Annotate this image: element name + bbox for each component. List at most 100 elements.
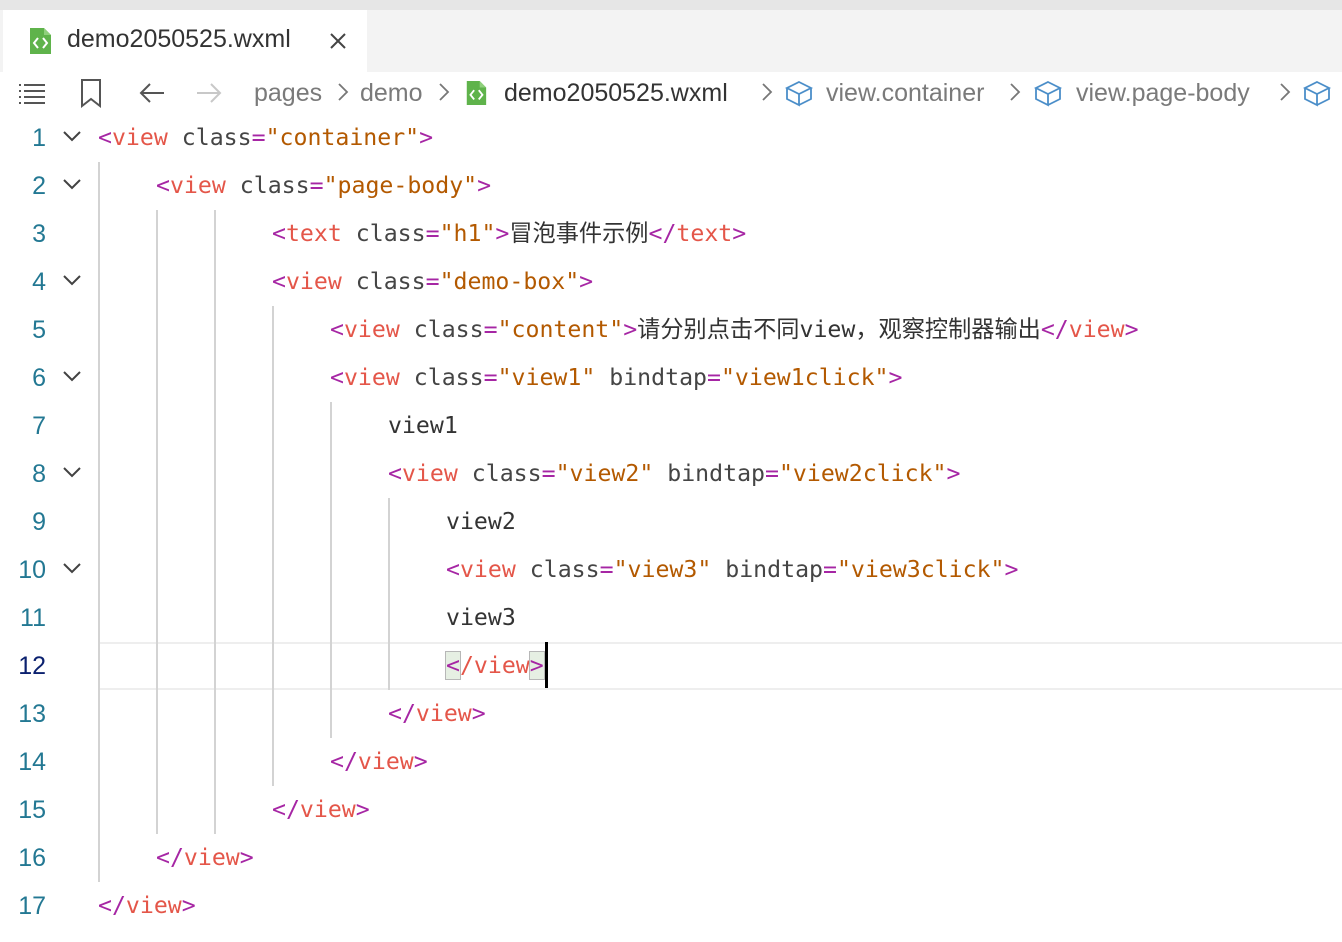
code-text: <view class="view1" bindtap="view1click"… (330, 354, 902, 402)
line-number: 15 (18, 796, 46, 824)
code-punctuation: < (445, 651, 461, 680)
code-attr-value: "view3" (613, 556, 712, 583)
code-tag-name: view (169, 172, 226, 199)
chevron-down-icon[interactable] (60, 172, 84, 196)
code-punctuation: </ (156, 844, 184, 871)
code-punctuation: > (528, 651, 545, 680)
code-punctuation: > (579, 268, 594, 295)
code-text-content (226, 172, 240, 199)
code-punctuation: </ (1040, 316, 1069, 343)
code-line[interactable]: 6 <view class="view1" bindtap="view1click… (0, 354, 1342, 402)
code-text: </view> (98, 882, 196, 930)
code-line[interactable]: 8 <view class="view2" bindtap="view2click… (0, 450, 1342, 498)
code-punctuation: = (251, 124, 266, 151)
tab-demo2050525-wxml[interactable]: demo2050525.wxml (3, 10, 367, 72)
arrow-right-icon[interactable] (193, 78, 225, 108)
code-text-content: view2 (446, 508, 516, 535)
line-number: 3 (32, 220, 46, 248)
breadcrumb-view-page-body[interactable]: view.page-body (1076, 76, 1250, 110)
chevron-down-icon[interactable] (60, 364, 84, 388)
code-tag-name: view (183, 844, 240, 871)
code-line[interactable]: 3 <text class="h1">冒泡事件示例</text> (0, 210, 1342, 258)
tab-label: demo2050525.wxml (67, 25, 291, 53)
breadcrumb-demo[interactable]: demo (360, 76, 423, 110)
code-text: <view class="view2" bindtap="view2click"… (388, 450, 960, 498)
code-line[interactable]: 16 </view> (0, 834, 1342, 882)
code-text: </view> (330, 738, 428, 786)
code-text: <view class="page-body"> (156, 162, 491, 210)
chevron-right-icon (338, 83, 349, 101)
breadcrumb-pages[interactable]: pages (254, 76, 322, 110)
code-text-content: 冒泡事件示例 (509, 220, 649, 247)
line-number: 7 (32, 412, 46, 440)
chevron-right-icon (1280, 83, 1291, 101)
title-strip (0, 0, 1342, 10)
code-text-content: view1 (388, 412, 458, 439)
code-punctuation: </ (388, 700, 416, 727)
arrow-left-icon[interactable] (136, 78, 168, 108)
code-attr-value: "view1" (497, 364, 596, 391)
code-tag-name: view (125, 892, 182, 919)
code-punctuation: > (946, 460, 961, 487)
code-attr-value: "demo-box" (439, 268, 580, 295)
chevron-down-icon[interactable] (60, 556, 84, 580)
breadcrumb-view-container[interactable]: view.container (826, 76, 984, 110)
code-line[interactable]: 15 </view> (0, 786, 1342, 834)
line-number: 10 (18, 556, 46, 584)
code-attr-value: "h1" (439, 220, 496, 247)
chevron-down-icon[interactable] (60, 460, 84, 484)
code-tag-name: view (401, 460, 458, 487)
close-icon[interactable] (326, 29, 350, 53)
line-number: 5 (32, 316, 46, 344)
code-punctuation: = (707, 364, 721, 391)
list-icon[interactable] (16, 78, 48, 108)
code-text-content (342, 220, 356, 247)
code-line[interactable]: 10 <view class="view3" bindtap="view3clic… (0, 546, 1342, 594)
code-punctuation: > (732, 220, 747, 247)
code-attr-name: bindtap (725, 556, 823, 583)
code-tag-name: view (415, 700, 472, 727)
code-editor[interactable]: 1 <view class="container"> 2 <view class="p… (0, 114, 1342, 942)
code-line[interactable]: 13 </view> (0, 690, 1342, 738)
code-tag-name: view (1068, 316, 1125, 343)
code-tag-name: view (343, 364, 400, 391)
code-line[interactable]: 14 </view> (0, 738, 1342, 786)
code-punctuation: > (1004, 556, 1019, 583)
code-line[interactable]: 2 <view class="page-body"> (0, 162, 1342, 210)
code-punctuation: </ (272, 796, 300, 823)
code-line[interactable]: 4 <view class="demo-box"> (0, 258, 1342, 306)
breadcrumb-file[interactable]: demo2050525.wxml (504, 76, 728, 110)
code-punctuation: = (425, 268, 440, 295)
code-line[interactable]: 5 <view class="content">请分别点击不同view，观察控制器… (0, 306, 1342, 354)
code-punctuation: = (599, 556, 614, 583)
code-text-content (595, 364, 609, 391)
bookmark-icon[interactable] (76, 78, 108, 108)
code-line[interactable]: 17 </view> (0, 882, 1342, 930)
code-tag-name: view (111, 124, 168, 151)
code-text: <view class="view3" bindtap="view3click"… (446, 546, 1018, 594)
breadcrumb: pages demo demo2050525.wxml view.contain… (0, 72, 1342, 114)
code-tag-name: view (357, 748, 414, 775)
code-punctuation: = (765, 460, 779, 487)
code-text: </view> (272, 786, 370, 834)
code-line[interactable]: 11 view3 (0, 594, 1342, 642)
code-punctuation: > (495, 220, 510, 247)
code-line[interactable]: 9 view2 (0, 498, 1342, 546)
code-punctuation: > (1124, 316, 1139, 343)
code-punctuation: > (623, 316, 638, 343)
code-text-content: view3 (446, 604, 516, 631)
code-line[interactable]: 1 <view class="container"> (0, 114, 1342, 162)
code-tag-name: view (343, 316, 400, 343)
code-punctuation: > (355, 796, 370, 823)
code-tag-name: view (299, 796, 356, 823)
line-number: 11 (20, 604, 46, 632)
chevron-down-icon[interactable] (60, 268, 84, 292)
code-text-content (168, 124, 182, 151)
code-attr-name: class (413, 316, 484, 343)
code-text: <text class="h1">冒泡事件示例</text> (272, 210, 746, 258)
code-punctuation: > (477, 172, 492, 199)
chevron-down-icon[interactable] (60, 124, 84, 148)
code-punctuation: < (272, 268, 286, 295)
code-line[interactable]: 7 view1 (0, 402, 1342, 450)
code-line[interactable]: 12 </view> (0, 642, 1342, 690)
